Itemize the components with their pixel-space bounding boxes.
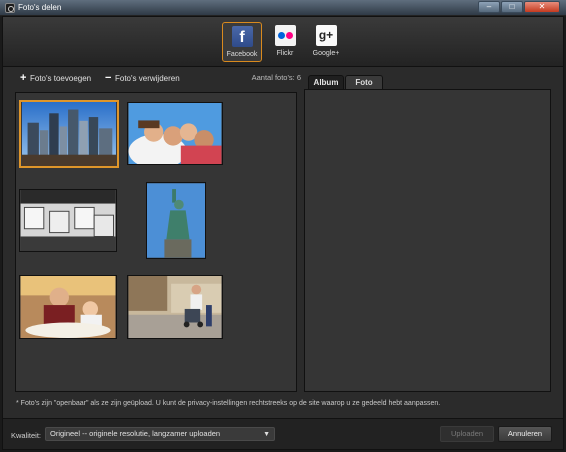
photo-thumb-city-skyline[interactable] — [19, 100, 119, 168]
quality-value: Origineel -- originele resolutie, langza… — [50, 429, 221, 438]
google-plus-icon: g+ — [315, 25, 337, 46]
share-flickr-button[interactable]: Flickr — [265, 22, 305, 62]
flickr-icon — [274, 25, 296, 46]
quality-label: Kwaliteit: — [11, 431, 42, 440]
remove-photos-button[interactable]: − Foto's verwijderen — [105, 72, 180, 85]
add-photos-button[interactable]: + Foto's toevoegen — [20, 72, 91, 85]
photo-thumb-restaurant-mother-child[interactable] — [19, 275, 117, 339]
minus-icon: − — [105, 72, 112, 84]
photo-grid-panel — [15, 92, 297, 392]
maximize-button[interactable]: □ — [501, 1, 523, 13]
photo-toolbar: + Foto's toevoegen − Foto's verwijderen Aa… — [16, 72, 301, 84]
tab-album[interactable]: Album — [308, 75, 344, 90]
cancel-button[interactable]: Annuleren — [498, 426, 552, 442]
share-google-plus-button[interactable]: g+ Google+ — [306, 22, 346, 62]
add-photos-label: Foto's toevoegen — [30, 74, 92, 83]
album-panel — [304, 89, 551, 392]
privacy-notice: * Foto's zijn "openbaar" als ze zijn geü… — [16, 400, 441, 407]
plus-icon: + — [20, 72, 27, 84]
minimize-button[interactable]: – — [478, 1, 500, 13]
share-facebook-button[interactable]: f Facebook — [222, 22, 262, 62]
share-target-bar: f Facebook Flickr g+ Google+ — [3, 17, 563, 67]
camera-icon — [5, 3, 15, 13]
title-bar: Foto's delen – □ ✕ — [0, 0, 566, 16]
share-facebook-label: Facebook — [226, 51, 258, 58]
photo-count: Aantal foto's: 6 — [251, 73, 301, 82]
photo-thumb-group-selfie[interactable] — [127, 102, 223, 165]
share-flickr-label: Flickr — [276, 50, 294, 57]
upload-button[interactable]: Uploaden — [440, 426, 494, 442]
share-google-plus-label: Google+ — [312, 50, 340, 57]
chevron-down-icon: ▼ — [263, 431, 270, 438]
window-title: Foto's delen — [18, 3, 62, 12]
remove-photos-label: Foto's verwijderen — [115, 74, 180, 83]
window-controls: – □ ✕ — [478, 1, 560, 13]
photo-thumb-street-stroller[interactable] — [127, 275, 223, 339]
photo-thumb-cafe-chairs[interactable] — [19, 189, 117, 252]
facebook-icon: f — [231, 26, 253, 47]
quality-select[interactable]: Origineel -- originele resolutie, langza… — [45, 427, 275, 441]
tab-foto[interactable]: Foto — [345, 75, 383, 90]
photo-thumb-statue-of-liberty[interactable] — [146, 182, 206, 259]
close-button[interactable]: ✕ — [524, 1, 560, 13]
